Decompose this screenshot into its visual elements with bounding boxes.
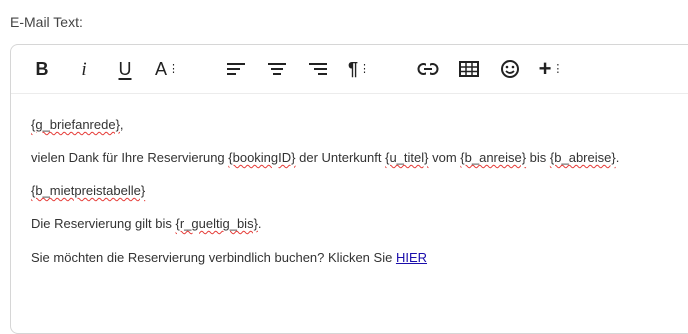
font-size-button[interactable]: A ⋮ xyxy=(152,55,182,83)
underline-label: U xyxy=(118,59,132,79)
placeholder-mietpreistabelle: {b_mietpreistabelle} xyxy=(31,183,146,198)
underline-button[interactable]: U xyxy=(110,55,140,83)
table-icon xyxy=(459,61,479,77)
align-left-button[interactable] xyxy=(221,55,251,83)
insert-plus-icon: + xyxy=(538,56,552,81)
insert-more-button[interactable]: + ⋮ xyxy=(536,55,566,83)
text: , xyxy=(119,117,124,132)
text: bis xyxy=(526,150,550,165)
align-left-icon xyxy=(227,63,245,75)
rich-text-editor[interactable]: B i U A ⋮ ¶ ⋮ + ⋮ {g_briefanrede}, viele… xyxy=(10,44,688,334)
email-text-label: E-Mail Text: xyxy=(10,14,83,30)
italic-button[interactable]: i xyxy=(69,55,99,83)
text: Die Reservierung gilt bis xyxy=(31,216,176,231)
placeholder-b-abreise: {b_abreise} xyxy=(549,150,616,165)
text: . xyxy=(257,216,262,231)
insert-link-button[interactable] xyxy=(413,55,443,83)
insert-emoji-button[interactable] xyxy=(495,55,525,83)
text: vielen Dank für Ihre Reservierung xyxy=(31,150,229,165)
thanks-line: vielen Dank für Ihre Reservierung {booki… xyxy=(31,150,619,165)
paragraph-format-button[interactable]: ¶ ⋮ xyxy=(344,55,374,83)
placeholder-briefanrede: {g_briefanrede} xyxy=(31,117,120,132)
booking-link[interactable]: HIER xyxy=(396,250,427,265)
text: . xyxy=(615,150,620,165)
align-center-icon xyxy=(268,63,286,75)
bold-button[interactable]: B xyxy=(27,55,57,83)
align-right-icon xyxy=(309,63,327,75)
italic-label: i xyxy=(81,58,87,80)
greeting-line: {g_briefanrede}, xyxy=(31,117,124,132)
bold-label: B xyxy=(35,59,49,79)
dropdown-dots-icon: ⋮ xyxy=(168,62,179,75)
dropdown-dots-icon: ⋮ xyxy=(359,62,370,75)
font-size-label: A xyxy=(154,59,167,79)
emoji-icon xyxy=(501,60,519,78)
align-right-button[interactable] xyxy=(303,55,333,83)
placeholder-u-titel: {u_titel} xyxy=(385,150,429,165)
link-icon xyxy=(417,63,439,75)
text: vom xyxy=(428,150,461,165)
text: Sie möchten die Reservierung verbindlich… xyxy=(31,250,396,265)
price-table-line: {b_mietpreistabelle} xyxy=(31,183,145,198)
validity-line: Die Reservierung gilt bis {r_gueltig_bis… xyxy=(31,216,262,231)
placeholder-booking-id: {bookingID} xyxy=(228,150,296,165)
text: der Unterkunft xyxy=(295,150,386,165)
placeholder-r-gueltig-bis: {r_gueltig_bis} xyxy=(175,216,258,231)
paragraph-icon: ¶ xyxy=(347,59,358,79)
dropdown-dots-icon: ⋮ xyxy=(552,62,564,75)
insert-table-button[interactable] xyxy=(454,55,484,83)
booking-cta-line: Sie möchten die Reservierung verbindlich… xyxy=(31,250,427,265)
align-center-button[interactable] xyxy=(262,55,292,83)
editor-toolbar: B i U A ⋮ ¶ ⋮ + ⋮ xyxy=(11,45,688,94)
placeholder-b-anreise: {b_anreise} xyxy=(460,150,527,165)
